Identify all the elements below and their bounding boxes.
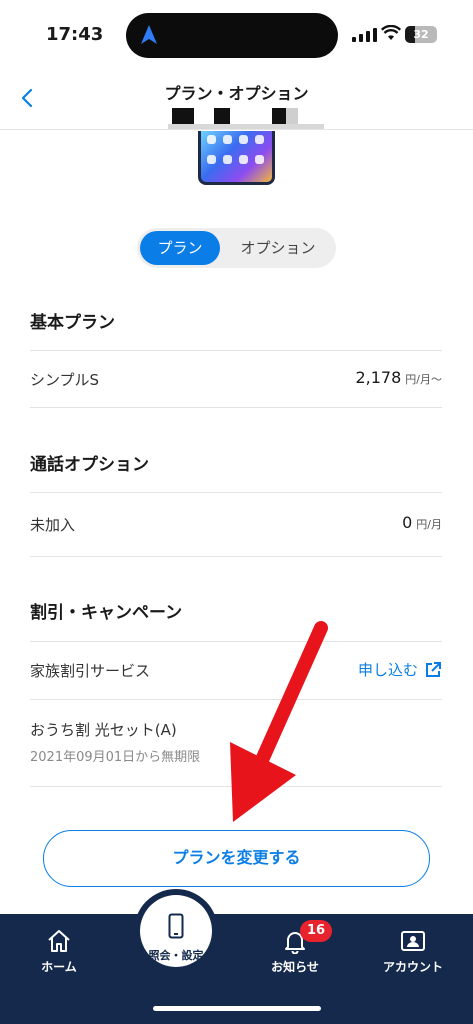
account-card-icon [401, 931, 425, 951]
status-time: 17:43 [46, 24, 104, 45]
call-option-price-value: 0 [402, 513, 413, 532]
nav-notices-label: お知らせ [271, 960, 319, 974]
home-indicator [153, 1006, 321, 1011]
redacted-block [272, 108, 286, 124]
nav-settings[interactable]: 照会・設定 [140, 895, 212, 967]
page-title: プラン・オプション [164, 84, 309, 103]
nav-home-label: ホーム [41, 960, 77, 974]
basic-plan-price-unit: 円/月〜 [405, 373, 442, 386]
divider [30, 492, 442, 493]
redacted-block [214, 108, 230, 124]
battery-level: 32 [413, 28, 429, 41]
call-option-heading: 通話オプション [30, 455, 149, 475]
redacted-block [286, 108, 298, 124]
dynamic-island [126, 13, 338, 58]
redacted-block [172, 108, 194, 124]
battery-icon: 32 [405, 26, 437, 43]
nav-account[interactable]: アカウント [368, 928, 458, 975]
tab-option[interactable]: オプション [223, 231, 333, 265]
ouchi-discount-name: おうち割 光セット(A) [30, 721, 177, 739]
basic-plan-price: 2,178 円/月〜 [355, 368, 442, 387]
divider [30, 407, 442, 408]
cellular-signal-icon [352, 28, 377, 42]
divider [30, 641, 442, 642]
notification-count-badge: 16 [300, 920, 333, 942]
basic-plan-price-value: 2,178 [355, 368, 402, 387]
basic-plan-name: シンプルS [30, 371, 100, 389]
call-option-price: 0 円/月 [402, 513, 442, 532]
wifi-icon [381, 25, 401, 40]
status-bar: 17:43 32 [0, 0, 473, 64]
navigation-arrow-icon [141, 25, 157, 44]
divider [30, 699, 442, 700]
discounts-heading: 割引・キャンペーン [30, 603, 183, 623]
page-header: プラン・オプション [0, 64, 473, 130]
external-link-icon [426, 661, 441, 677]
family-discount-apply-label: 申し込む [357, 661, 418, 679]
family-discount-name: 家族割引サービス [30, 662, 151, 680]
divider [30, 350, 442, 351]
plan-option-tabs: プラン オプション [137, 228, 336, 268]
home-icon [48, 930, 70, 952]
redacted-underline [168, 124, 324, 129]
divider [30, 556, 442, 557]
call-option-price-unit: 円/月 [416, 518, 442, 531]
change-plan-button[interactable]: プランを変更する [43, 830, 430, 887]
nav-home[interactable]: ホーム [14, 928, 104, 975]
nav-account-label: アカウント [382, 960, 443, 974]
smartphone-icon [168, 913, 184, 939]
ouchi-discount-period: 2021年09月01日から無期限 [30, 750, 201, 765]
basic-plan-heading: 基本プラン [30, 313, 115, 333]
nav-settings-label: 照会・設定 [148, 949, 204, 962]
call-option-status: 未加入 [30, 516, 76, 534]
tab-plan[interactable]: プラン [140, 231, 220, 265]
divider [30, 786, 442, 787]
family-discount-apply-link[interactable]: 申し込む [358, 659, 442, 680]
device-image [198, 131, 275, 185]
